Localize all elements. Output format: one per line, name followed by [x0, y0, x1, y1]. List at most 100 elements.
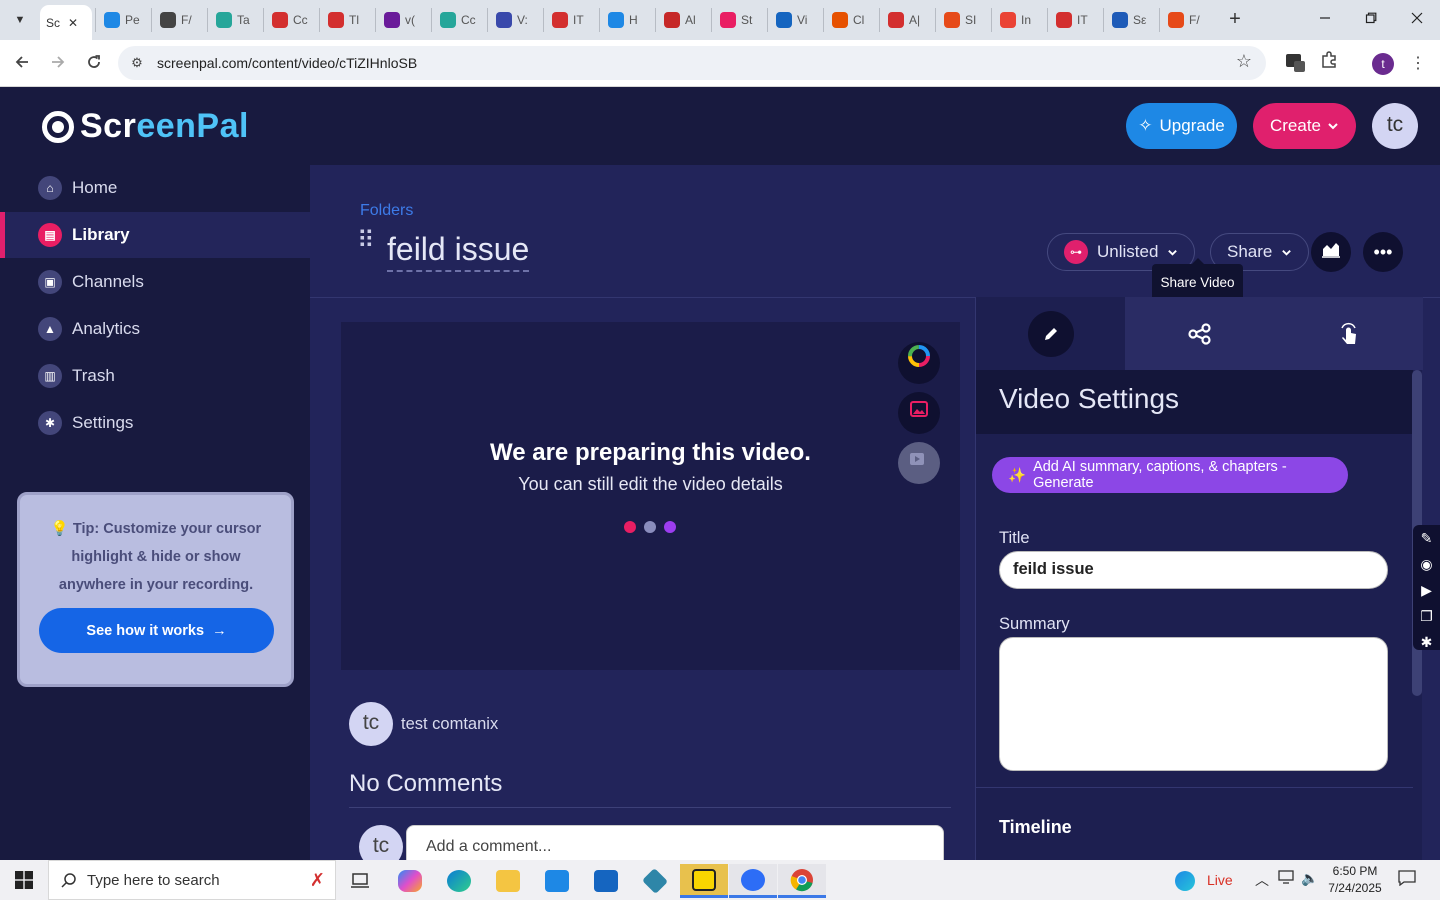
forward-button[interactable]: [44, 50, 72, 78]
owner-avatar[interactable]: tc: [349, 702, 393, 746]
weather-icon[interactable]: [1170, 864, 1200, 898]
chrome-icon[interactable]: [778, 864, 826, 898]
browser-tab[interactable]: IT: [1047, 8, 1101, 32]
browser-tab[interactable]: SI: [935, 8, 989, 32]
analytics-button[interactable]: [1311, 232, 1351, 272]
tab-favicon-icon: [608, 12, 624, 28]
copy-icon[interactable]: ❐: [1413, 603, 1440, 629]
mail-icon[interactable]: [582, 864, 630, 898]
camera-icon[interactable]: ◉: [1413, 551, 1440, 577]
task-view-icon[interactable]: [336, 864, 384, 898]
file-explorer-icon[interactable]: [484, 864, 532, 898]
browser-tab[interactable]: Al: [655, 8, 709, 32]
title-field[interactable]: feild issue: [999, 551, 1388, 589]
chevron-up-icon[interactable]: ︿: [1255, 870, 1269, 890]
chevron-down-icon: ▼: [14, 14, 26, 26]
tab-title: SI: [965, 13, 977, 27]
app-diamond-icon[interactable]: [631, 864, 679, 898]
system-clock[interactable]: 6:50 PM 7/24/2025: [1322, 863, 1388, 897]
upgrade-button[interactable]: ✧ Upgrade: [1126, 103, 1237, 149]
browser-tab[interactable]: Cc: [263, 8, 317, 32]
extension-icon[interactable]: [1282, 51, 1308, 77]
see-how-it-works-button[interactable]: See how it works →: [39, 608, 274, 653]
summary-field[interactable]: [999, 637, 1388, 771]
close-tab-icon[interactable]: ✕: [68, 16, 78, 30]
comment-input[interactable]: Add a comment...: [406, 825, 944, 860]
extensions-puzzle-icon[interactable]: [1316, 51, 1342, 77]
new-tab-button[interactable]: +: [1223, 8, 1247, 32]
browser-menu-icon[interactable]: ⋮: [1405, 51, 1431, 77]
home-icon: ⌂: [38, 176, 62, 200]
browser-tab-active[interactable]: Sc ✕: [40, 5, 92, 40]
video-camera-icon[interactable]: ▶: [1413, 577, 1440, 603]
live-label[interactable]: Live: [1207, 872, 1233, 888]
tab-edit[interactable]: [976, 297, 1125, 370]
browser-tab[interactable]: F/: [1159, 8, 1213, 32]
sidebar-item-settings[interactable]: ✱ Settings: [0, 400, 310, 446]
back-button[interactable]: [8, 50, 36, 78]
zoom-icon[interactable]: [729, 864, 777, 898]
browser-tab[interactable]: Ta: [207, 8, 261, 32]
tab-favicon-icon: [216, 12, 232, 28]
tab-share[interactable]: [1125, 297, 1274, 370]
pen-icon[interactable]: ✎: [1413, 525, 1440, 551]
settings-gear-icon[interactable]: ✱: [1413, 629, 1440, 655]
copilot-icon[interactable]: [386, 864, 434, 898]
bookmark-star-icon[interactable]: ☆: [1236, 51, 1252, 72]
reload-button[interactable]: [80, 50, 108, 78]
share-icon: [1177, 311, 1223, 357]
browser-tab[interactable]: F/: [151, 8, 205, 32]
tab-search-button[interactable]: ▼: [7, 8, 33, 32]
user-avatar[interactable]: tc: [1372, 103, 1418, 149]
tab-title: F/: [181, 13, 192, 27]
browser-tab[interactable]: V:: [487, 8, 541, 32]
drag-handle-icon[interactable]: ⠿: [357, 229, 375, 253]
browser-tab[interactable]: Tl: [319, 8, 373, 32]
browser-tab[interactable]: In: [991, 8, 1045, 32]
restore-button[interactable]: [1348, 6, 1394, 34]
video-title[interactable]: feild issue: [387, 231, 530, 272]
close-window-button[interactable]: [1394, 6, 1440, 34]
microsoft-store-icon[interactable]: [533, 864, 581, 898]
network-icon[interactable]: [1278, 870, 1294, 887]
edge-browser-icon[interactable]: [435, 864, 483, 898]
minimize-button[interactable]: [1302, 6, 1348, 34]
browser-tab[interactable]: Pe: [95, 8, 149, 32]
browser-tab[interactable]: St: [711, 8, 765, 32]
sidebar-item-analytics[interactable]: ▲ Analytics: [0, 306, 310, 352]
tab-title: Sc: [46, 15, 61, 30]
color-wheel-button[interactable]: [898, 342, 940, 384]
browser-tab[interactable]: A|: [879, 8, 933, 32]
start-button[interactable]: [0, 860, 48, 900]
sticky-notes-icon[interactable]: [680, 864, 728, 898]
browser-profile-avatar[interactable]: t: [1372, 53, 1394, 75]
taskbar-search[interactable]: Type here to search ✗: [48, 860, 336, 900]
browser-tab[interactable]: IT: [543, 8, 597, 32]
site-settings-icon[interactable]: ⚙: [128, 54, 146, 72]
sidebar-item-library[interactable]: ▤ Library: [0, 212, 310, 258]
browser-tab[interactable]: v(: [375, 8, 429, 32]
ai-generate-button[interactable]: ✨ Add AI summary, captions, & chapters -…: [992, 457, 1348, 493]
sidebar-item-home[interactable]: ⌂ Home: [0, 165, 310, 211]
tab-interactions[interactable]: [1274, 297, 1423, 370]
thumbnail-button[interactable]: [898, 392, 940, 434]
more-options-button[interactable]: •••: [1363, 232, 1403, 272]
notification-icon[interactable]: [1398, 870, 1416, 891]
browser-tab[interactable]: Sε: [1103, 8, 1157, 32]
breadcrumb-folders[interactable]: Folders: [360, 202, 413, 220]
tab-favicon-icon: [888, 12, 904, 28]
browser-tab[interactable]: Cc: [431, 8, 485, 32]
create-button[interactable]: Create: [1253, 103, 1356, 149]
sidebar-item-channels[interactable]: ▣ Channels: [0, 259, 310, 305]
browser-tab[interactable]: Cl: [823, 8, 877, 32]
browser-tab[interactable]: H: [599, 8, 653, 32]
address-bar[interactable]: ⚙ screenpal.com/content/video/cTiZIHnloS…: [118, 46, 1266, 80]
sidebar-item-label: Channels: [72, 272, 144, 291]
channels-icon: ▣: [38, 270, 62, 294]
video-player[interactable]: We are preparing this video. You can sti…: [341, 322, 960, 670]
browser-tab[interactable]: Vi: [767, 8, 821, 32]
sidebar-item-trash[interactable]: ▥ Trash: [0, 353, 310, 399]
screenpal-logo[interactable]: ScreenPal: [42, 107, 249, 146]
volume-icon[interactable]: 🔈: [1301, 870, 1318, 887]
reload-icon: [88, 55, 100, 68]
